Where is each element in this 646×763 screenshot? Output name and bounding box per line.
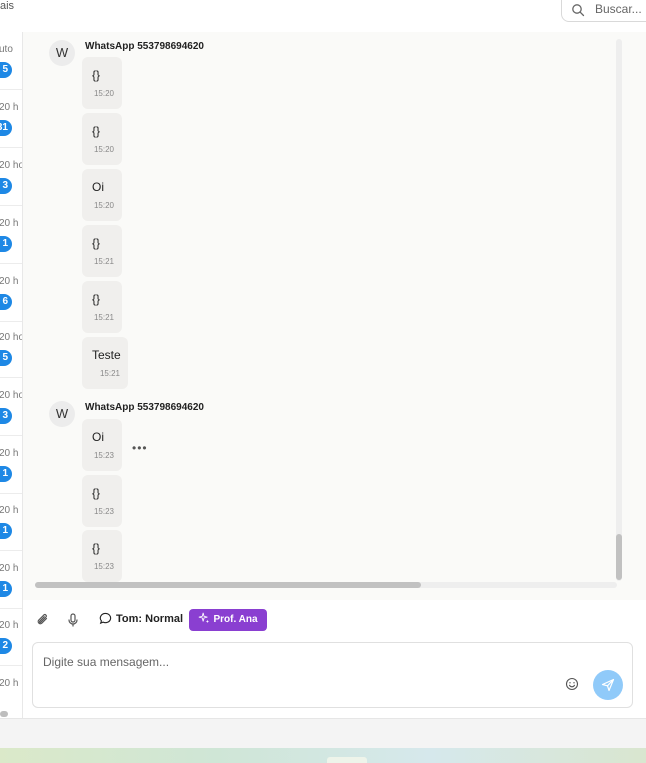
unread-badge: 6 bbox=[0, 294, 12, 310]
send-icon bbox=[601, 678, 615, 692]
message-time: 15:23 bbox=[93, 451, 114, 460]
message-bubble[interactable]: {} 15:21 bbox=[82, 225, 122, 277]
unread-badge: 2 bbox=[0, 638, 12, 654]
horizontal-scrollbar-thumb[interactable] bbox=[35, 582, 421, 588]
conversation-item[interactable]: 20 h 31 bbox=[0, 90, 22, 148]
message-time: 15:23 bbox=[93, 562, 114, 571]
conversation-time: 20 ho bbox=[0, 390, 23, 401]
chat-messages: W WhatsApp 553798694620 {} 15:20 {} 15:2… bbox=[23, 32, 646, 600]
footer-strip bbox=[0, 718, 646, 749]
conversation-time: 20 h bbox=[0, 102, 19, 113]
message-text: {} bbox=[92, 236, 101, 250]
message-input[interactable] bbox=[43, 655, 543, 675]
top-bar: ais bbox=[0, 0, 646, 32]
message-time: 15:20 bbox=[93, 145, 114, 154]
message-text: Oi bbox=[92, 430, 104, 444]
message-time: 15:21 bbox=[93, 257, 114, 266]
conversation-time: 20 h bbox=[0, 620, 19, 631]
paperclip-icon[interactable] bbox=[35, 612, 51, 628]
message-bubble[interactable]: {} 15:21 bbox=[82, 281, 122, 333]
os-taskbar bbox=[0, 748, 646, 763]
vertical-scrollbar-track[interactable] bbox=[616, 39, 622, 581]
conversation-time: 20 ho bbox=[0, 332, 23, 343]
unread-badge: 1 bbox=[0, 466, 12, 482]
message-text: Teste bbox=[92, 348, 121, 362]
unread-badge: 1 bbox=[0, 236, 12, 252]
message-time: 15:21 bbox=[93, 313, 114, 322]
conversation-time: uto bbox=[0, 44, 13, 55]
tone-button[interactable]: Tom: Normal bbox=[99, 612, 183, 625]
conversation-item[interactable]: 20 h 2 bbox=[0, 608, 22, 666]
message-bubble[interactable]: {} 15:20 bbox=[82, 113, 122, 165]
conversation-time: 20 h bbox=[0, 218, 19, 229]
conversation-time: 20 h bbox=[0, 563, 19, 574]
avatar: W bbox=[49, 401, 75, 427]
message-text: {} bbox=[92, 68, 101, 82]
prof-ana-button[interactable]: Prof. Ana bbox=[189, 609, 267, 631]
message-time: 15:23 bbox=[93, 507, 114, 516]
taskbar-item[interactable] bbox=[327, 757, 367, 763]
list-scrollbar[interactable] bbox=[0, 711, 8, 717]
message-text: {} bbox=[92, 292, 101, 306]
conversation-item[interactable]: 20 h 1 bbox=[0, 493, 22, 551]
search-box[interactable] bbox=[561, 0, 646, 22]
search-input[interactable] bbox=[595, 2, 646, 16]
search-icon bbox=[572, 4, 585, 17]
conversation-item[interactable]: 20 ho 3 bbox=[0, 378, 22, 436]
conversation-item[interactable]: 20 ho 3 bbox=[0, 148, 22, 206]
conversation-item[interactable]: 20 ho 5 bbox=[0, 320, 22, 378]
conversation-item[interactable]: 20 h 1 bbox=[0, 551, 22, 609]
message-bubble[interactable]: {} 15:23 bbox=[82, 475, 122, 527]
page-title-fragment: ais bbox=[0, 0, 15, 12]
chat-bubble-icon bbox=[99, 612, 112, 625]
conversation-time: 20 h bbox=[0, 505, 19, 516]
unread-badge: 5 bbox=[0, 62, 12, 78]
sender-name: WhatsApp 553798694620 bbox=[85, 402, 204, 413]
message-bubble[interactable]: Teste 15:21 bbox=[82, 337, 128, 389]
message-text: {} bbox=[92, 124, 101, 138]
unread-badge: 1 bbox=[0, 523, 12, 539]
message-text: {} bbox=[92, 541, 101, 555]
message-composer bbox=[32, 642, 633, 708]
conversation-time: 20 h bbox=[0, 678, 19, 689]
avatar: W bbox=[49, 40, 75, 66]
sender-name: WhatsApp 553798694620 bbox=[85, 41, 204, 52]
conversation-item[interactable]: uto 5 bbox=[0, 32, 22, 90]
message-bubble[interactable]: {} 15:20 bbox=[82, 57, 122, 109]
conversation-item[interactable]: 20 h 6 bbox=[0, 264, 22, 322]
unread-badge: 5 bbox=[0, 350, 12, 366]
smiley-icon[interactable] bbox=[565, 677, 579, 691]
message-time: 15:20 bbox=[93, 89, 114, 98]
message-time: 15:20 bbox=[93, 201, 114, 210]
message-time: 15:21 bbox=[99, 369, 120, 378]
prof-ana-label: Prof. Ana bbox=[213, 614, 258, 625]
message-text: {} bbox=[92, 486, 101, 500]
conversation-time: 20 ho bbox=[0, 160, 23, 171]
sparkles-icon bbox=[199, 612, 210, 624]
send-button[interactable] bbox=[593, 670, 623, 700]
conversation-item[interactable]: 20 h 1 bbox=[0, 206, 22, 264]
conversation-list: uto 5 20 h 31 20 ho 3 20 h 1 20 h 6 20 h… bbox=[0, 32, 23, 718]
unread-badge: 3 bbox=[0, 178, 12, 194]
message-text: Oi bbox=[92, 180, 104, 194]
conversation-item[interactable]: 20 h 1 bbox=[0, 436, 22, 494]
unread-badge: 1 bbox=[0, 581, 12, 597]
microphone-icon[interactable] bbox=[65, 612, 81, 628]
conversation-time: 20 h bbox=[0, 276, 19, 287]
message-bubble[interactable]: Oi 15:20 bbox=[82, 169, 122, 221]
conversation-time: 20 h bbox=[0, 448, 19, 459]
composer-toolbar: Tom: Normal Prof. Ana bbox=[23, 602, 646, 638]
unread-badge: 31 bbox=[0, 120, 12, 136]
message-more-button[interactable]: ••• bbox=[132, 441, 148, 455]
unread-badge: 3 bbox=[0, 408, 12, 424]
tone-label: Tom: Normal bbox=[116, 613, 184, 625]
message-bubble[interactable]: {} 15:23 bbox=[82, 530, 122, 582]
vertical-scrollbar-thumb[interactable] bbox=[616, 534, 622, 580]
message-bubble[interactable]: Oi 15:23 bbox=[82, 419, 122, 471]
